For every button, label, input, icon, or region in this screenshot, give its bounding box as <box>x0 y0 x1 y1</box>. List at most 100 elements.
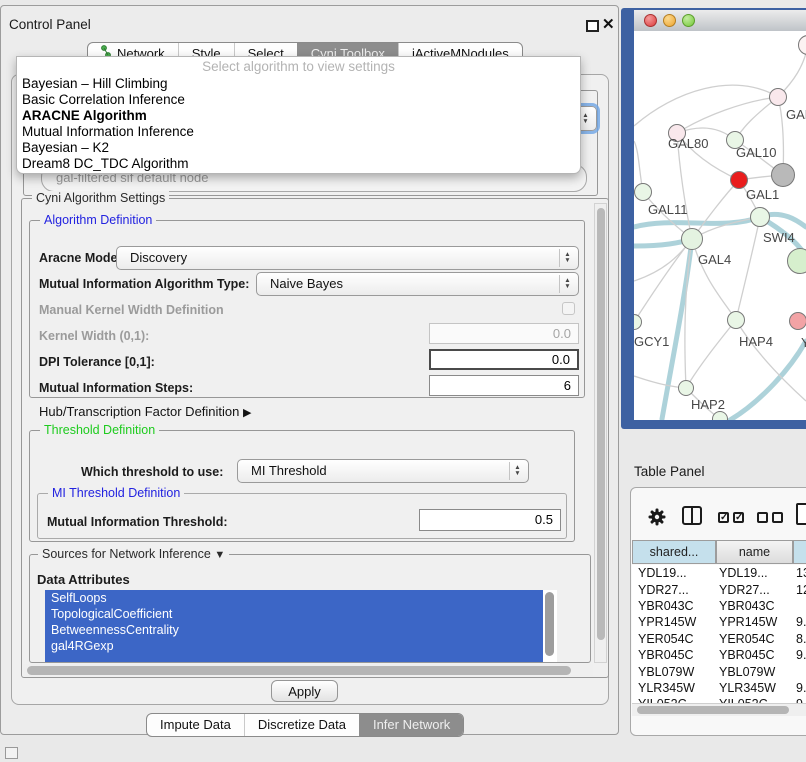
tab-impute-data[interactable]: Impute Data <box>147 714 244 736</box>
algorithm-option[interactable]: ARACNE Algorithm <box>17 108 580 124</box>
table-cell: YER054C <box>632 632 716 646</box>
column-header-shared[interactable]: shared... <box>632 540 716 564</box>
column-header-name[interactable]: name <box>716 540 793 564</box>
table-row[interactable]: YBL079WYBL079W <box>632 663 806 679</box>
network-node-label: GAL1 <box>746 187 779 202</box>
data-attributes-list: SelfLoopsTopologicalCoefficientBetweenne… <box>45 590 557 662</box>
network-node[interactable] <box>798 35 806 55</box>
apply-button[interactable]: Apply <box>271 680 338 702</box>
network-node[interactable] <box>634 314 642 330</box>
column-header-partial[interactable] <box>793 540 806 564</box>
tab-discretize-data[interactable]: Discretize Data <box>244 714 359 736</box>
sources-title: Sources for Network Inference <box>42 547 211 561</box>
algorithm-option[interactable]: Bayesian – Hill Climbing <box>17 76 580 92</box>
table-cell: YBL079W <box>632 665 716 679</box>
network-node[interactable] <box>712 411 728 420</box>
close-traffic-light[interactable] <box>644 14 657 27</box>
algorithm-option[interactable]: Mutual Information Inference <box>17 124 580 140</box>
settings-horizontal-scrollbar[interactable] <box>23 664 593 676</box>
network-node-label: Y <box>801 335 806 350</box>
table-row[interactable]: YBR043CYBR043C <box>632 598 806 614</box>
table-horizontal-scrollbar[interactable] <box>632 703 806 716</box>
table-cell: 9. <box>793 615 806 629</box>
table-cell: YLR345W <box>716 681 793 695</box>
screen: Control Panel ✕ Network Style Select Cyn… <box>0 0 806 762</box>
table-cell: YLR345W <box>632 681 716 695</box>
manual-kernel-label: Manual Kernel Width Definition <box>39 303 224 317</box>
table-cell: 8. <box>793 632 806 646</box>
algorithm-option[interactable]: Dream8 DC_TDC Algorithm <box>17 156 580 172</box>
network-node-label: GAL80 <box>668 136 708 151</box>
table-header: shared... name <box>632 540 806 564</box>
table-row[interactable]: YER054CYER054C8. <box>632 631 806 647</box>
network-node[interactable] <box>771 163 795 187</box>
float-window-icon[interactable] <box>586 20 599 32</box>
network-node-label: GAL11 <box>648 202 688 217</box>
aracne-mode-label: Aracne Mode: <box>39 251 122 265</box>
table-cell: 9. <box>793 648 806 662</box>
network-node[interactable] <box>769 88 787 106</box>
list-scrollbar-thumb[interactable] <box>545 592 554 656</box>
table-cell: YBR045C <box>716 648 793 662</box>
checked-checkbox-icon[interactable]: ✓ <box>733 512 744 523</box>
network-canvas[interactable]: GALGAL80GAL10GAL1SWI4GAL11GAL4GCY1HAP4YH… <box>634 31 806 420</box>
mi-steps-field[interactable]: 6 <box>429 375 579 396</box>
table-cell: 9. <box>793 681 806 695</box>
unchecked-checkbox-icon[interactable] <box>757 512 768 523</box>
which-threshold-combo[interactable]: MI Threshold ▲▼ <box>237 459 529 483</box>
data-attribute-item[interactable]: SelfLoops <box>45 590 543 606</box>
tab-infer-network[interactable]: Infer Network <box>359 714 463 736</box>
algorithm-option[interactable]: Bayesian – K2 <box>17 140 580 156</box>
group-title: Cyni Algorithm Settings <box>32 191 169 205</box>
table-cell: YDR27... <box>716 583 793 597</box>
table-row[interactable]: YBR045CYBR045C9. <box>632 647 806 663</box>
network-nodes-layer: GALGAL80GAL10GAL1SWI4GAL11GAL4GCY1HAP4YH… <box>634 31 806 420</box>
hub-tf-definition-toggle[interactable]: Hub/Transcription Factor Definition ▶ <box>39 404 251 419</box>
split-columns-icon[interactable] <box>682 506 702 525</box>
table-row[interactable]: YDR27...YDR27...12 <box>632 581 806 597</box>
aracne-mode-combo[interactable]: Discovery ▲▼ <box>116 246 579 270</box>
mi-type-combo[interactable]: Naive Bayes ▲▼ <box>256 272 579 296</box>
network-node[interactable] <box>789 312 806 330</box>
table-cell: YBR043C <box>716 599 793 613</box>
data-attribute-item[interactable]: gal4RGexp <box>45 638 543 654</box>
table-row[interactable]: YLR345WYLR345W9. <box>632 680 806 696</box>
gear-icon[interactable] <box>648 508 666 531</box>
data-attribute-item[interactable]: TopologicalCoefficient <box>45 606 543 622</box>
unchecked-checkbox-icon[interactable] <box>772 512 783 523</box>
scrollbar-thumb[interactable] <box>637 706 789 714</box>
data-attributes-label: Data Attributes <box>37 572 130 587</box>
checked-checkbox-icon[interactable]: ✓ <box>718 512 729 523</box>
minimize-traffic-light[interactable] <box>663 14 676 27</box>
network-node[interactable] <box>750 207 770 227</box>
table-body: YDL19...YDL19...13YDR27...YDR27...12YBR0… <box>632 565 806 703</box>
data-attribute-item[interactable]: BetweennessCentrality <box>45 622 543 638</box>
network-node[interactable] <box>727 311 745 329</box>
mi-steps-label: Mutual Information Steps: <box>39 381 193 395</box>
close-icon[interactable]: ✕ <box>602 15 615 33</box>
settings-vertical-scrollbar[interactable] <box>594 203 607 663</box>
scrollbar-thumb[interactable] <box>27 666 571 675</box>
mi-threshold-label: Mutual Information Threshold: <box>47 515 228 529</box>
manual-kernel-checkbox[interactable] <box>562 302 575 315</box>
table-row[interactable]: YPR145WYPR145W9. <box>632 614 806 630</box>
table-row[interactable]: YIL052CYIL052C9. <box>632 696 806 703</box>
scrollbar-thumb[interactable] <box>597 208 605 640</box>
group-title[interactable]: Sources for Network Inference ▼ <box>38 547 229 561</box>
minimized-panel-icon[interactable] <box>5 747 18 759</box>
table-cell: 13 <box>793 566 806 580</box>
zoom-traffic-light[interactable] <box>682 14 695 27</box>
network-node[interactable] <box>634 183 652 201</box>
dpi-tolerance-field[interactable]: 0.0 <box>429 349 579 370</box>
network-node[interactable] <box>681 228 703 250</box>
network-window-titlebar[interactable] <box>634 10 806 32</box>
table-panel-title: Table Panel <box>634 464 705 479</box>
page-icon[interactable] <box>796 503 806 525</box>
algorithm-option[interactable]: Basic Correlation Inference <box>17 92 580 108</box>
table-row[interactable]: YDL19...YDL19...13 <box>632 565 806 581</box>
network-node[interactable] <box>787 248 806 274</box>
mi-threshold-field[interactable]: 0.5 <box>419 509 561 531</box>
network-node[interactable] <box>678 380 694 396</box>
stepper-icon: ▲▼ <box>559 275 575 293</box>
kernel-width-field[interactable]: 0.0 <box>429 323 579 344</box>
